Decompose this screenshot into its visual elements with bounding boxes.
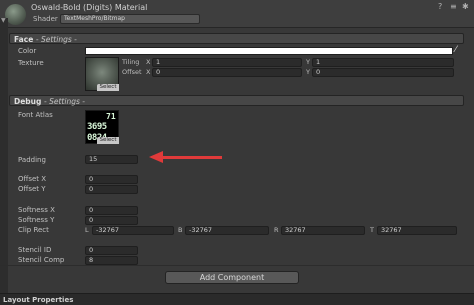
settings-icon[interactable]: ≡ bbox=[450, 3, 458, 11]
offset-x-field[interactable]: 0 bbox=[152, 68, 302, 77]
eyedropper-icon[interactable]: ⁄ bbox=[455, 45, 457, 55]
material-title: Oswald-Bold (Digits) Material bbox=[31, 3, 148, 12]
shader-dropdown[interactable]: TextMeshPro/Bitmap bbox=[60, 14, 200, 24]
clip-b-label: B bbox=[178, 226, 183, 234]
softness-y-label: Softness Y bbox=[18, 216, 55, 224]
tiling-y-field[interactable]: 1 bbox=[312, 58, 454, 67]
texture-select-button[interactable]: Select bbox=[97, 84, 119, 91]
debug-section-title: Debug bbox=[14, 97, 42, 106]
atlas-glyphs-row1: 71 bbox=[106, 112, 116, 121]
font-atlas-label: Font Atlas bbox=[18, 111, 53, 119]
gear-icon[interactable]: ✱ bbox=[462, 3, 470, 11]
offset-y-field[interactable]: 0 bbox=[312, 68, 454, 77]
debug-section-subtitle: - Settings - bbox=[44, 97, 85, 106]
padding-field[interactable]: 15 bbox=[85, 155, 138, 164]
face-section-title: Face bbox=[14, 35, 34, 44]
atlas-glyphs-row2: 3695 bbox=[87, 122, 107, 132]
face-section-header[interactable]: Face - Settings - bbox=[9, 33, 464, 44]
softness-y-field[interactable]: 0 bbox=[85, 216, 138, 225]
font-atlas-select-button[interactable]: Select bbox=[97, 137, 119, 144]
clip-l-label: L bbox=[85, 226, 89, 234]
face-section-subtitle: - Settings - bbox=[35, 35, 77, 44]
color-field[interactable] bbox=[85, 47, 453, 55]
clip-t-field[interactable]: 32767 bbox=[377, 226, 457, 235]
add-component-button[interactable]: Add Component bbox=[165, 271, 299, 284]
tiling-x-field[interactable]: 1 bbox=[152, 58, 302, 67]
tiling-y-label: Y bbox=[306, 58, 310, 66]
divider bbox=[0, 265, 474, 266]
softness-x-label: Softness X bbox=[18, 206, 55, 214]
stencil-comp-field[interactable]: 8 bbox=[85, 256, 138, 265]
stencil-id-label: Stencil ID bbox=[18, 246, 52, 254]
tiling-x-label: X bbox=[146, 58, 151, 66]
debug-offset-x-label: Offset X bbox=[18, 175, 47, 183]
offset-x-label: X bbox=[146, 68, 151, 76]
debug-offset-x-field[interactable]: 0 bbox=[85, 175, 138, 184]
debug-offset-y-field[interactable]: 0 bbox=[85, 185, 138, 194]
clip-rect-label: Clip Rect bbox=[18, 226, 49, 234]
color-label: Color bbox=[18, 47, 37, 55]
annotation-arrow-line bbox=[162, 156, 222, 159]
offset-label: Offset bbox=[122, 68, 142, 76]
clip-b-field[interactable]: -32767 bbox=[185, 226, 269, 235]
texture-label: Texture bbox=[18, 59, 44, 67]
softness-x-field[interactable]: 0 bbox=[85, 206, 138, 215]
stencil-id-field[interactable]: 0 bbox=[85, 246, 138, 255]
clip-r-field[interactable]: 32767 bbox=[281, 226, 365, 235]
clip-r-label: R bbox=[274, 226, 279, 234]
shader-label: Shader bbox=[33, 15, 58, 23]
left-rail bbox=[0, 18, 8, 305]
debug-section-header[interactable]: Debug - Settings - bbox=[9, 95, 464, 106]
clip-t-label: T bbox=[370, 226, 374, 234]
stencil-comp-label: Stencil Comp bbox=[18, 256, 65, 264]
help-icon[interactable]: ? bbox=[438, 3, 446, 11]
offset-y-label: Y bbox=[306, 68, 310, 76]
bottom-bar[interactable]: Layout Properties bbox=[0, 293, 474, 305]
collapse-arrow-icon[interactable]: ▼ bbox=[1, 17, 6, 24]
annotation-arrow-head bbox=[149, 151, 163, 163]
clip-l-field[interactable]: -32767 bbox=[92, 226, 174, 235]
layout-properties-label: Layout Properties bbox=[3, 296, 74, 304]
padding-label: Padding bbox=[18, 156, 46, 164]
debug-offset-y-label: Offset Y bbox=[18, 185, 46, 193]
tiling-label: Tiling bbox=[122, 58, 140, 66]
material-preview-icon bbox=[5, 4, 26, 25]
